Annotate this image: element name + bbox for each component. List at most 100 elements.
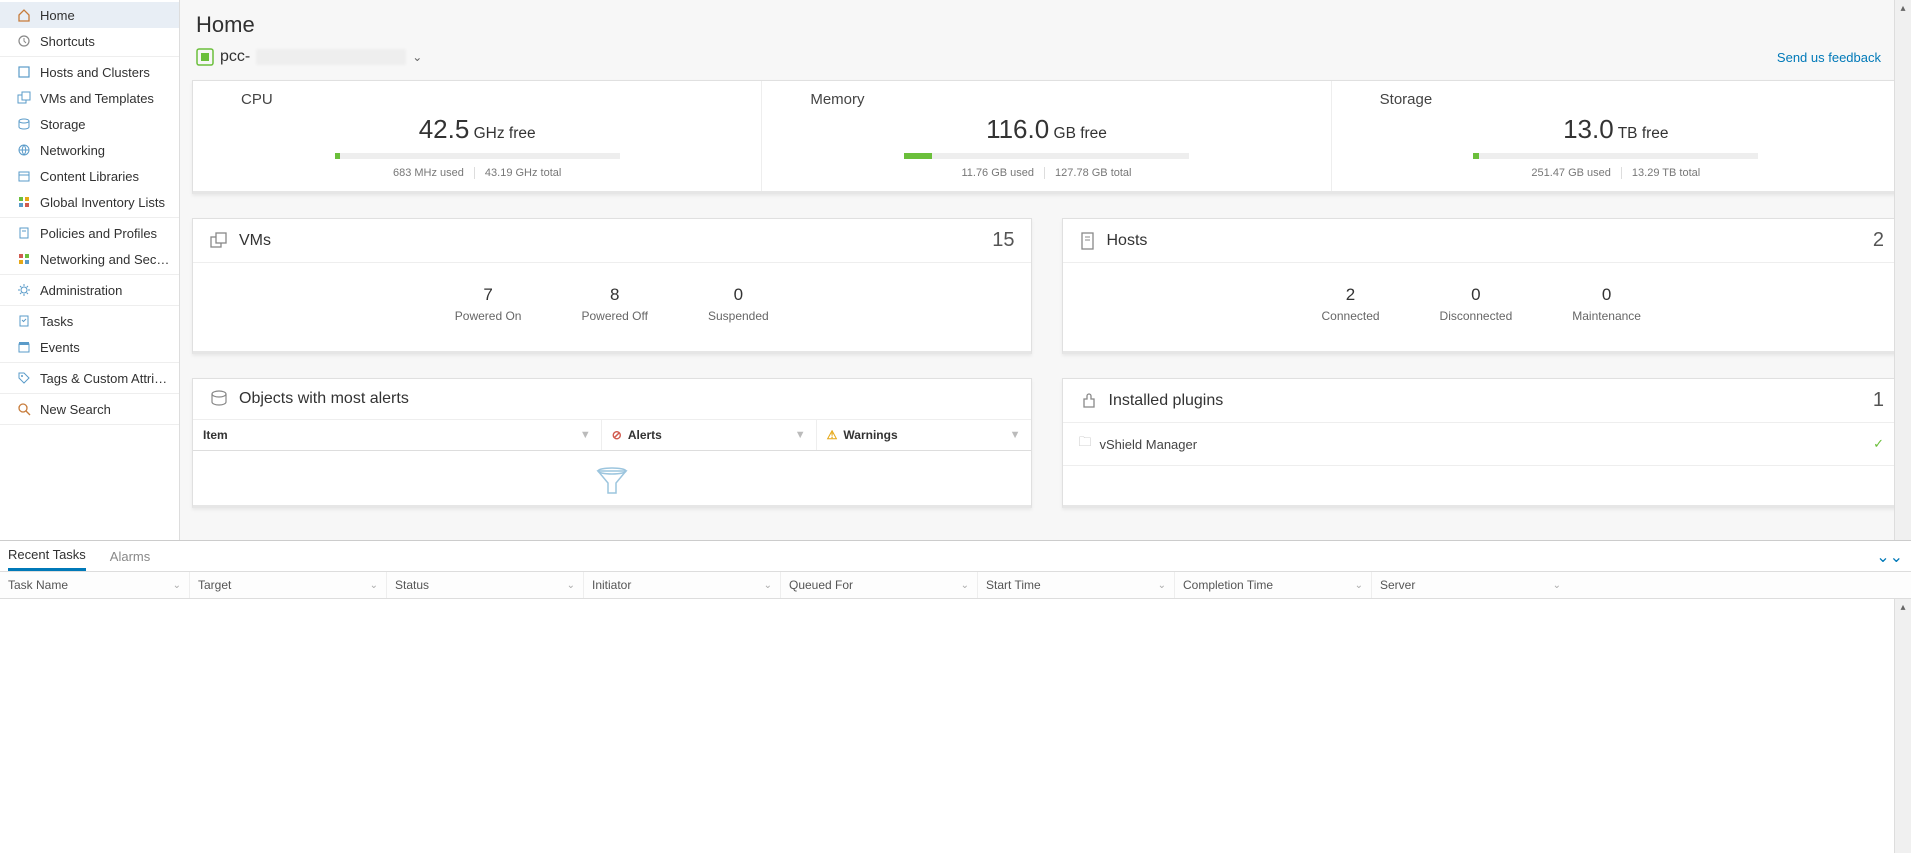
alerts-col-item[interactable]: Item ▼: [193, 420, 602, 450]
stat-num: 0: [708, 285, 769, 305]
vm-stat: 7Powered On: [455, 285, 522, 323]
sidebar-item-label: Shortcuts: [40, 34, 95, 49]
sidebar-item-networking-security[interactable]: Networking and Sec…: [0, 246, 179, 272]
resource-sub: 251.47 GB used13.29 TB total: [1352, 167, 1880, 179]
warning-icon: ⚠: [827, 428, 838, 442]
plugin-row[interactable]: 🗀 vShield Manager ✓: [1063, 423, 1901, 466]
sort-icon[interactable]: ⌄: [961, 580, 969, 591]
stat-num: 0: [1572, 285, 1641, 305]
task-col-label: Task Name: [8, 578, 68, 592]
tasks-body: ▴: [0, 599, 1911, 853]
sidebar-item-new-search[interactable]: New Search: [0, 396, 179, 422]
feedback-link[interactable]: Send us feedback: [1777, 50, 1881, 65]
sidebar-item-label: Networking and Sec…: [40, 252, 169, 267]
sidebar-item-label: Tasks: [40, 314, 73, 329]
task-col-status[interactable]: Status ⌄: [387, 572, 584, 598]
resource-strip: CPU42.5 GHz free683 MHz used43.19 GHz to…: [192, 80, 1901, 194]
stat-num: 7: [455, 285, 522, 305]
sidebar-item-tasks[interactable]: Tasks: [0, 308, 179, 334]
stat-num: 0: [1440, 285, 1513, 305]
page-title: Home: [196, 12, 1901, 38]
administration-icon: [16, 282, 32, 298]
alerts-title: Objects with most alerts: [239, 390, 409, 408]
stat-label: Maintenance: [1572, 309, 1641, 323]
chevron-down-icon[interactable]: ⌄: [412, 50, 422, 64]
alerts-col-warnings[interactable]: ⚠ Warnings ▼: [817, 420, 1031, 450]
collapse-icon[interactable]: ⌄⌄: [1876, 547, 1903, 567]
sort-icon[interactable]: ⌄: [370, 580, 378, 591]
vcenter-prefix: pcc-: [220, 48, 250, 66]
task-col-initiator[interactable]: Initiator⌄: [584, 572, 781, 598]
sidebar-item-home[interactable]: Home: [0, 2, 179, 28]
sidebar-item-policies-profiles[interactable]: Policies and Profiles: [0, 220, 179, 246]
host-stat: 0Disconnected: [1440, 285, 1513, 323]
filter-icon[interactable]: ▼: [580, 429, 591, 441]
hosts-clusters-icon: [16, 64, 32, 80]
resource-label: CPU: [213, 91, 741, 108]
sort-icon[interactable]: ⌄: [1355, 580, 1363, 591]
hosts-count: 2: [1873, 229, 1884, 252]
sort-icon[interactable]: ⌄: [764, 580, 772, 591]
sidebar-item-hosts-clusters[interactable]: Hosts and Clusters: [0, 59, 179, 85]
task-col-label: Status: [395, 578, 429, 592]
resource-bar: [335, 153, 620, 159]
plugins-count: 1: [1873, 389, 1884, 412]
resource-value: 116.0 GB free: [782, 114, 1310, 145]
vms-templates-icon: [16, 90, 32, 106]
task-col-label: Start Time: [986, 578, 1041, 592]
sidebar-item-content-libraries[interactable]: Content Libraries: [0, 163, 179, 189]
vms-count: 15: [992, 229, 1014, 252]
tasks-icon: [16, 313, 32, 329]
resource-bar: [904, 153, 1189, 159]
task-col-start-time[interactable]: Start Time ⌄: [978, 572, 1175, 598]
sort-icon[interactable]: ⌄: [173, 580, 181, 591]
sidebar-item-label: VMs and Templates: [40, 91, 154, 106]
tab-recent-tasks[interactable]: Recent Tasks: [8, 547, 86, 571]
sort-icon[interactable]: ⌄: [1553, 580, 1561, 591]
vcenter-masked: [256, 49, 406, 65]
tasks-scrollbar[interactable]: ▴: [1894, 599, 1911, 853]
database-icon: [209, 389, 229, 409]
sidebar-item-global-inventory[interactable]: Global Inventory Lists: [0, 189, 179, 215]
resource-value: 42.5 GHz free: [213, 114, 741, 145]
sort-icon[interactable]: ⌄: [567, 580, 575, 591]
storage-icon: [16, 116, 32, 132]
resource-value: 13.0 TB free: [1352, 114, 1880, 145]
sidebar-item-networking[interactable]: Networking: [0, 137, 179, 163]
alerts-col-alerts[interactable]: ⊘ Alerts ▼: [602, 420, 817, 450]
sidebar-item-vms-templates[interactable]: VMs and Templates: [0, 85, 179, 111]
task-col-queued-for[interactable]: Queued For⌄: [781, 572, 978, 598]
task-col-server[interactable]: Server⌄: [1372, 572, 1569, 598]
sidebar-item-administration[interactable]: Administration: [0, 277, 179, 303]
filter-icon[interactable]: ▼: [1010, 429, 1021, 441]
task-col-task-name[interactable]: Task Name ⌄: [0, 572, 190, 598]
scroll-up-icon[interactable]: ▴: [1895, 0, 1911, 17]
sidebar-item-label: Global Inventory Lists: [40, 195, 165, 210]
events-icon: [16, 339, 32, 355]
sidebar-item-events[interactable]: Events: [0, 334, 179, 360]
task-col-completion-time[interactable]: Completion Time⌄: [1175, 572, 1372, 598]
stat-num: 8: [581, 285, 647, 305]
stat-label: Suspended: [708, 309, 769, 323]
sort-icon[interactable]: ⌄: [1158, 580, 1166, 591]
content-area: ▴ Home pcc- ⌄ Send us feedback CPU42.: [180, 0, 1911, 540]
tab-alarms[interactable]: Alarms: [110, 549, 150, 570]
resource-storage: Storage13.0 TB free251.47 GB used13.29 T…: [1331, 81, 1900, 191]
sidebar-item-label: Home: [40, 8, 75, 23]
home-icon: [16, 7, 32, 23]
sidebar-item-shortcuts[interactable]: Shortcuts: [0, 28, 179, 54]
task-col-target[interactable]: Target ⌄: [190, 572, 387, 598]
resource-cpu: CPU42.5 GHz free683 MHz used43.19 GHz to…: [193, 81, 761, 191]
sidebar-item-storage[interactable]: Storage: [0, 111, 179, 137]
stat-label: Connected: [1322, 309, 1380, 323]
sidebar-item-label: Content Libraries: [40, 169, 139, 184]
vcenter-name[interactable]: pcc- ⌄: [220, 48, 422, 66]
folder-icon: 🗀: [1079, 433, 1092, 455]
filter-icon[interactable]: ▼: [795, 429, 806, 441]
scroll-up-icon[interactable]: ▴: [1895, 599, 1911, 616]
task-col-label: Target: [198, 578, 231, 592]
sidebar-item-tags[interactable]: Tags & Custom Attri…: [0, 365, 179, 391]
plugin-name: vShield Manager: [1100, 437, 1198, 452]
shortcuts-icon: [16, 33, 32, 49]
alerts-card: Objects with most alerts Item ▼ ⊘ Alerts: [192, 378, 1032, 508]
